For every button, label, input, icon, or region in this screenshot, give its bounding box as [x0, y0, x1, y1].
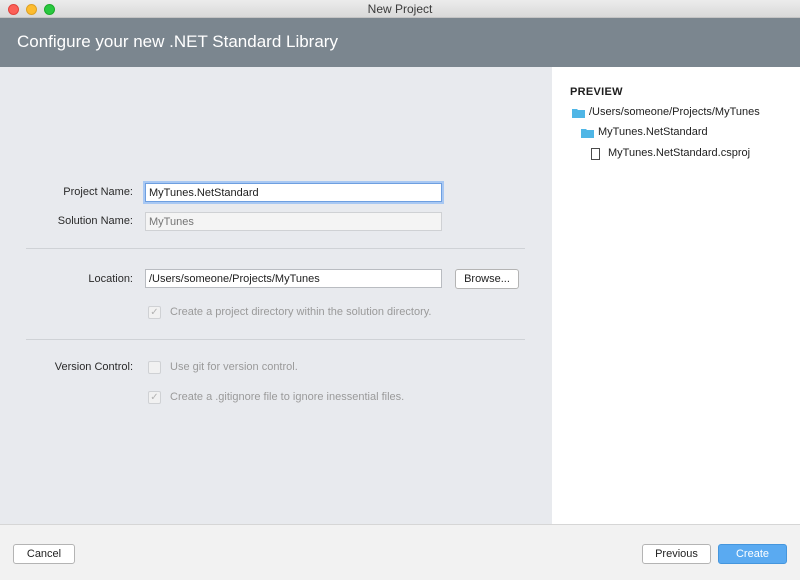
- project-name-label: Project Name:: [63, 186, 133, 198]
- preview-panel: PREVIEW /Users/someone/Projects/MyTunes …: [552, 67, 800, 524]
- section-divider: [26, 339, 525, 340]
- location-input[interactable]: [145, 269, 442, 288]
- browse-button[interactable]: Browse...: [455, 269, 519, 289]
- solution-name-label: Solution Name:: [57, 215, 133, 227]
- title-bar: New Project: [0, 0, 800, 18]
- checkmark-icon: ✓: [150, 392, 159, 403]
- file-icon: [591, 148, 600, 160]
- window-title: New Project: [367, 2, 433, 16]
- use-git-label: Use git for version control.: [170, 361, 298, 373]
- tree-item-label: MyTunes.NetStandard: [598, 126, 708, 138]
- tree-item-label: MyTunes.NetStandard.csproj: [608, 147, 751, 159]
- use-git-checkbox[interactable]: [148, 361, 161, 374]
- preview-title: PREVIEW: [570, 86, 623, 98]
- page-title: Configure your new .NET Standard Library: [17, 32, 338, 51]
- create-project-directory-checkbox[interactable]: ✓: [148, 306, 161, 319]
- configuration-form: Project Name: Solution Name: Location: B…: [0, 67, 552, 524]
- solution-name-input[interactable]: [145, 212, 442, 231]
- wizard-footer: Cancel Previous Create: [0, 524, 800, 580]
- wizard-header: Configure your new .NET Standard Library: [0, 18, 800, 67]
- folder-icon: [572, 109, 585, 118]
- gitignore-checkbox[interactable]: ✓: [148, 391, 161, 404]
- create-button[interactable]: Create: [718, 544, 787, 564]
- version-control-label: Version Control:: [54, 361, 133, 373]
- gitignore-label: Create a .gitignore file to ignore iness…: [170, 391, 405, 403]
- checkmark-icon: ✓: [150, 307, 159, 318]
- tree-item-label: /Users/someone/Projects/MyTunes: [589, 106, 760, 118]
- folder-icon: [581, 129, 594, 138]
- cancel-button[interactable]: Cancel: [13, 544, 75, 564]
- new-project-window: New Project Configure your new .NET Stan…: [0, 0, 800, 580]
- create-project-directory-label: Create a project directory within the so…: [170, 306, 432, 318]
- previous-button[interactable]: Previous: [642, 544, 711, 564]
- project-name-input[interactable]: [145, 183, 442, 202]
- location-label: Location:: [88, 273, 133, 285]
- section-divider: [26, 248, 525, 249]
